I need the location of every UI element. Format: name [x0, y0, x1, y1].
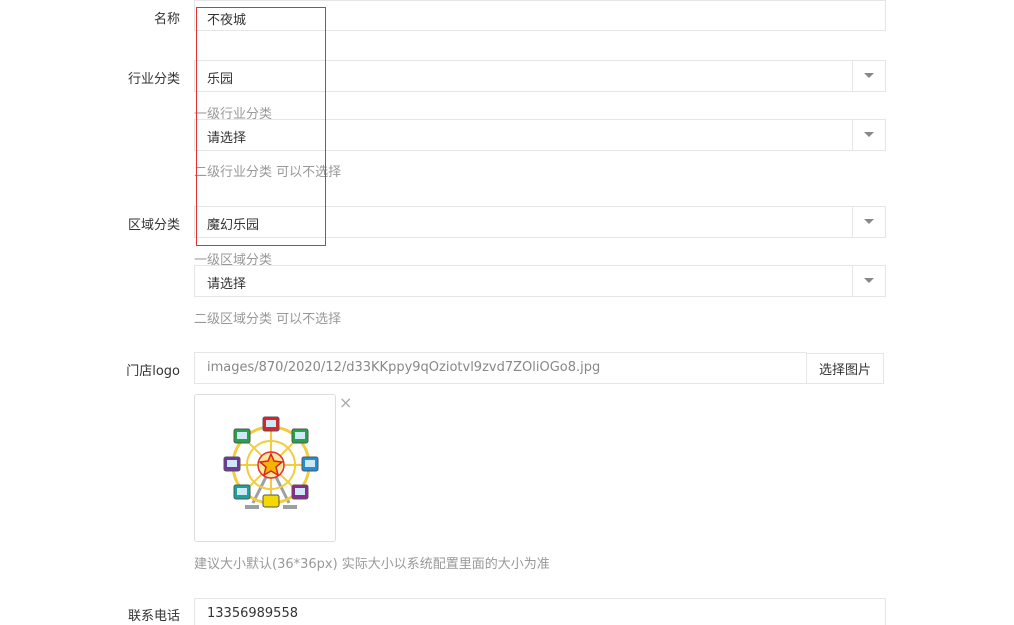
industry-label: 行业分类 [127, 72, 180, 87]
logo-help: 建议大小默认(36*36px) 实际大小以系统配置里面的大小为准 [194, 557, 550, 572]
logo-path-value: images/870/2020/12/d33KKppy9qOziotvl9zvd… [207, 360, 601, 375]
industry-level1-value: 乐园 [207, 72, 234, 87]
phone-label: 联系电话 [127, 609, 180, 624]
region-level2-value: 请选择 [207, 277, 247, 292]
caret-down-icon [864, 219, 874, 224]
industry-level2-select[interactable]: 请选择 [194, 119, 886, 151]
logo-label: 门店logo [126, 364, 180, 379]
name-input[interactable]: 不夜城 [194, 0, 886, 31]
logo-path-input[interactable]: images/870/2020/12/d33KKppy9qOziotvl9zvd… [194, 352, 807, 384]
name-input-value: 不夜城 [207, 13, 247, 28]
name-label: 名称 [153, 12, 180, 27]
industry-level1-dropdown-toggle[interactable] [852, 61, 885, 91]
remove-image-button[interactable]: × [339, 394, 352, 412]
region-level2-dropdown-toggle[interactable] [852, 266, 885, 296]
region-level2-select[interactable]: 请选择 [194, 265, 886, 297]
ferris-wheel-icon [223, 416, 319, 509]
industry-level2-dropdown-toggle[interactable] [852, 120, 885, 150]
region-level1-value: 魔幻乐园 [207, 218, 260, 233]
select-image-button[interactable]: 选择图片 [806, 353, 884, 384]
caret-down-icon [864, 278, 874, 283]
phone-input[interactable]: 13356989558 [194, 598, 886, 625]
region-label: 区域分类 [127, 218, 180, 233]
industry-level2-value: 请选择 [207, 131, 247, 146]
region-level1-select[interactable]: 魔幻乐园 [194, 206, 886, 238]
logo-thumbnail [194, 394, 336, 542]
caret-down-icon [864, 132, 874, 137]
region-level2-help: 二级区域分类 可以不选择 [194, 312, 342, 327]
industry-level1-select[interactable]: 乐园 [194, 60, 886, 92]
industry-level2-help: 二级行业分类 可以不选择 [194, 165, 342, 180]
region-level1-dropdown-toggle[interactable] [852, 207, 885, 237]
phone-input-value: 13356989558 [207, 606, 298, 621]
caret-down-icon [864, 73, 874, 78]
